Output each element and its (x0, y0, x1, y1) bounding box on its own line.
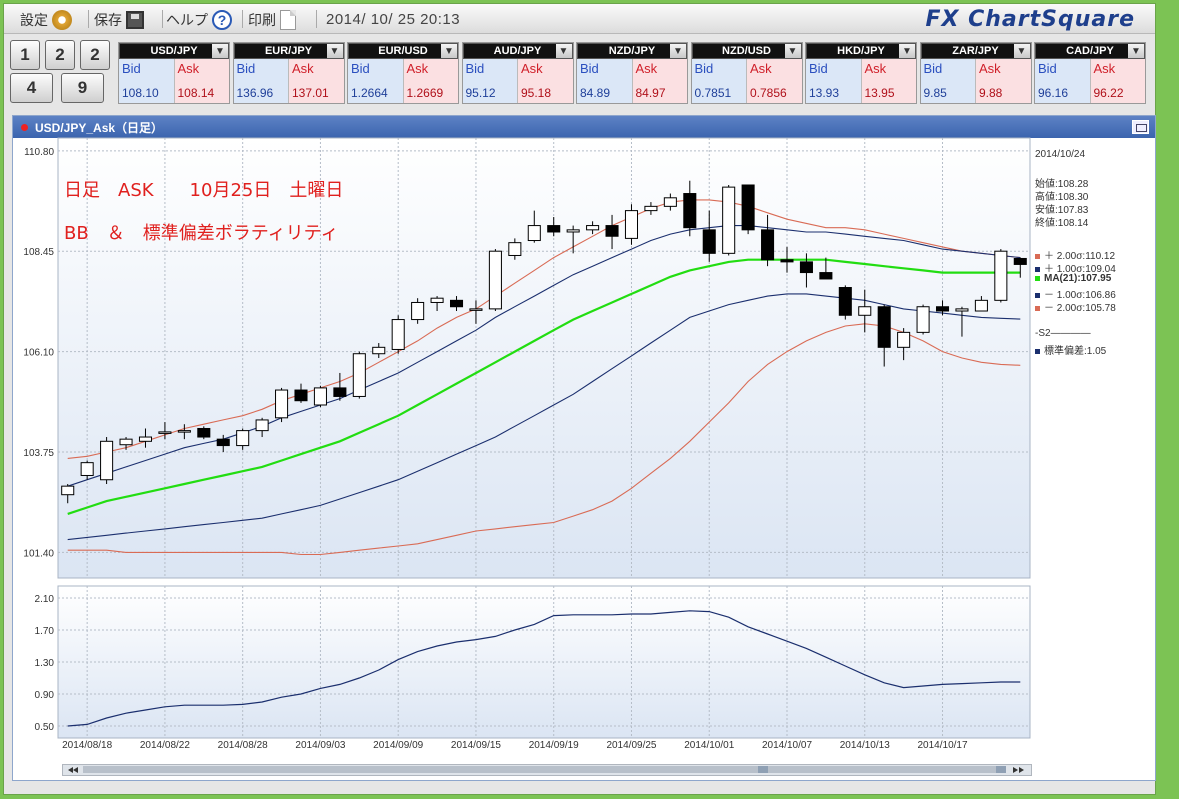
candle-body (761, 229, 775, 261)
candle-body (197, 427, 211, 438)
candle-body (255, 419, 269, 432)
candle-body (935, 306, 950, 312)
candle-body (138, 436, 153, 442)
x-tick-label: 2014/10/17 (917, 740, 967, 751)
x-tick-label: 2014/10/07 (762, 740, 812, 751)
candle-body (352, 353, 366, 397)
legend-item: MA(21):107.95 (1035, 273, 1111, 284)
candle-body (605, 225, 619, 237)
candle-body (508, 242, 522, 256)
s2-label: -S2———— (1035, 328, 1091, 339)
candle-body (411, 301, 425, 321)
candle-body (974, 299, 988, 312)
candle-body (61, 485, 75, 496)
candle-body (624, 210, 639, 239)
x-tick-label: 2014/08/28 (218, 740, 268, 751)
app-window: 設定 保存 ヘルプ ? 印刷 2014/ 10/ 25 20:13 FX Cha… (3, 3, 1156, 795)
candle-body (819, 272, 833, 280)
candle-body (158, 431, 172, 434)
candle-body (119, 438, 133, 446)
candle-body (702, 229, 716, 254)
candle-body (372, 346, 386, 355)
candle-body (858, 306, 872, 316)
candle-body (333, 387, 347, 397)
candle-body (1013, 257, 1027, 265)
candle-body (897, 331, 911, 348)
x-tick-label: 2014/08/22 (140, 740, 190, 751)
candle-body (741, 184, 755, 231)
y-tick-label: 1.70 (35, 626, 55, 637)
chart-canvas[interactable]: 2014/08/18 2014/08/22 2014/08/28 2014/09/03… (4, 4, 1155, 794)
candle-body (236, 430, 250, 447)
x-tick-label: 2014/10/01 (684, 740, 734, 751)
candle-body (527, 225, 541, 242)
x-tick-label: 2014/10/13 (840, 740, 890, 751)
y-tick-label: 101.40 (23, 548, 54, 559)
legend-item: 標準偏差:1.05 (1035, 342, 1106, 357)
x-tick-label: 2014/09/25 (606, 740, 656, 751)
candle-body (100, 440, 114, 481)
candle-body (799, 261, 813, 274)
candle-body (430, 297, 444, 303)
candle-body (780, 259, 794, 263)
candle-body (294, 389, 308, 402)
y-tick-label: 0.50 (35, 722, 55, 733)
candle-body (838, 287, 852, 316)
info-close: 終値:108.14 (1035, 218, 1089, 229)
candle-body (683, 193, 697, 229)
y-tick-label: 108.45 (23, 247, 54, 258)
chart-scrollbar[interactable] (62, 764, 1032, 776)
y-tick-label: 103.75 (23, 448, 54, 459)
legend-item: － 2.00σ:105.78 (1035, 299, 1116, 314)
candle-body (644, 205, 658, 212)
candle-body (547, 225, 561, 233)
y-tick-label: 2.10 (35, 594, 55, 605)
candle-body (994, 250, 1008, 301)
info-date: 2014/10/24 (1035, 149, 1086, 160)
candle-body (488, 250, 502, 310)
candle-body (955, 308, 969, 312)
candle-body (663, 197, 677, 207)
overlay-title: 日足 ASK 10月25日 土曜日 (64, 180, 344, 201)
candle-body (216, 438, 230, 447)
candle-body (469, 308, 483, 311)
y-tick-label: 110.80 (24, 147, 54, 158)
candle-body (80, 462, 94, 476)
candle-body (916, 306, 930, 333)
candle-body (877, 306, 891, 348)
x-tick-label: 2014/09/09 (373, 740, 423, 751)
candle-body (449, 299, 464, 308)
candle-body (177, 430, 191, 433)
candle-body (391, 319, 405, 350)
x-tick-label: 2014/09/19 (529, 740, 579, 751)
candle-body (275, 389, 289, 419)
candle-body (586, 225, 600, 231)
candle-body (566, 229, 580, 233)
x-tick-label: 2014/09/03 (295, 740, 345, 751)
y-tick-label: 106.10 (23, 348, 54, 359)
x-tick-label: 2014/09/15 (451, 740, 501, 751)
x-tick-label: 2014/08/18 (62, 740, 112, 751)
y-tick-label: 0.90 (35, 690, 55, 701)
candle-body (722, 186, 736, 254)
y-tick-label: 1.30 (35, 658, 55, 669)
overlay-subtitle: BB ＆ 標準偏差ボラティリティ (64, 223, 339, 244)
candle-body (313, 387, 327, 406)
